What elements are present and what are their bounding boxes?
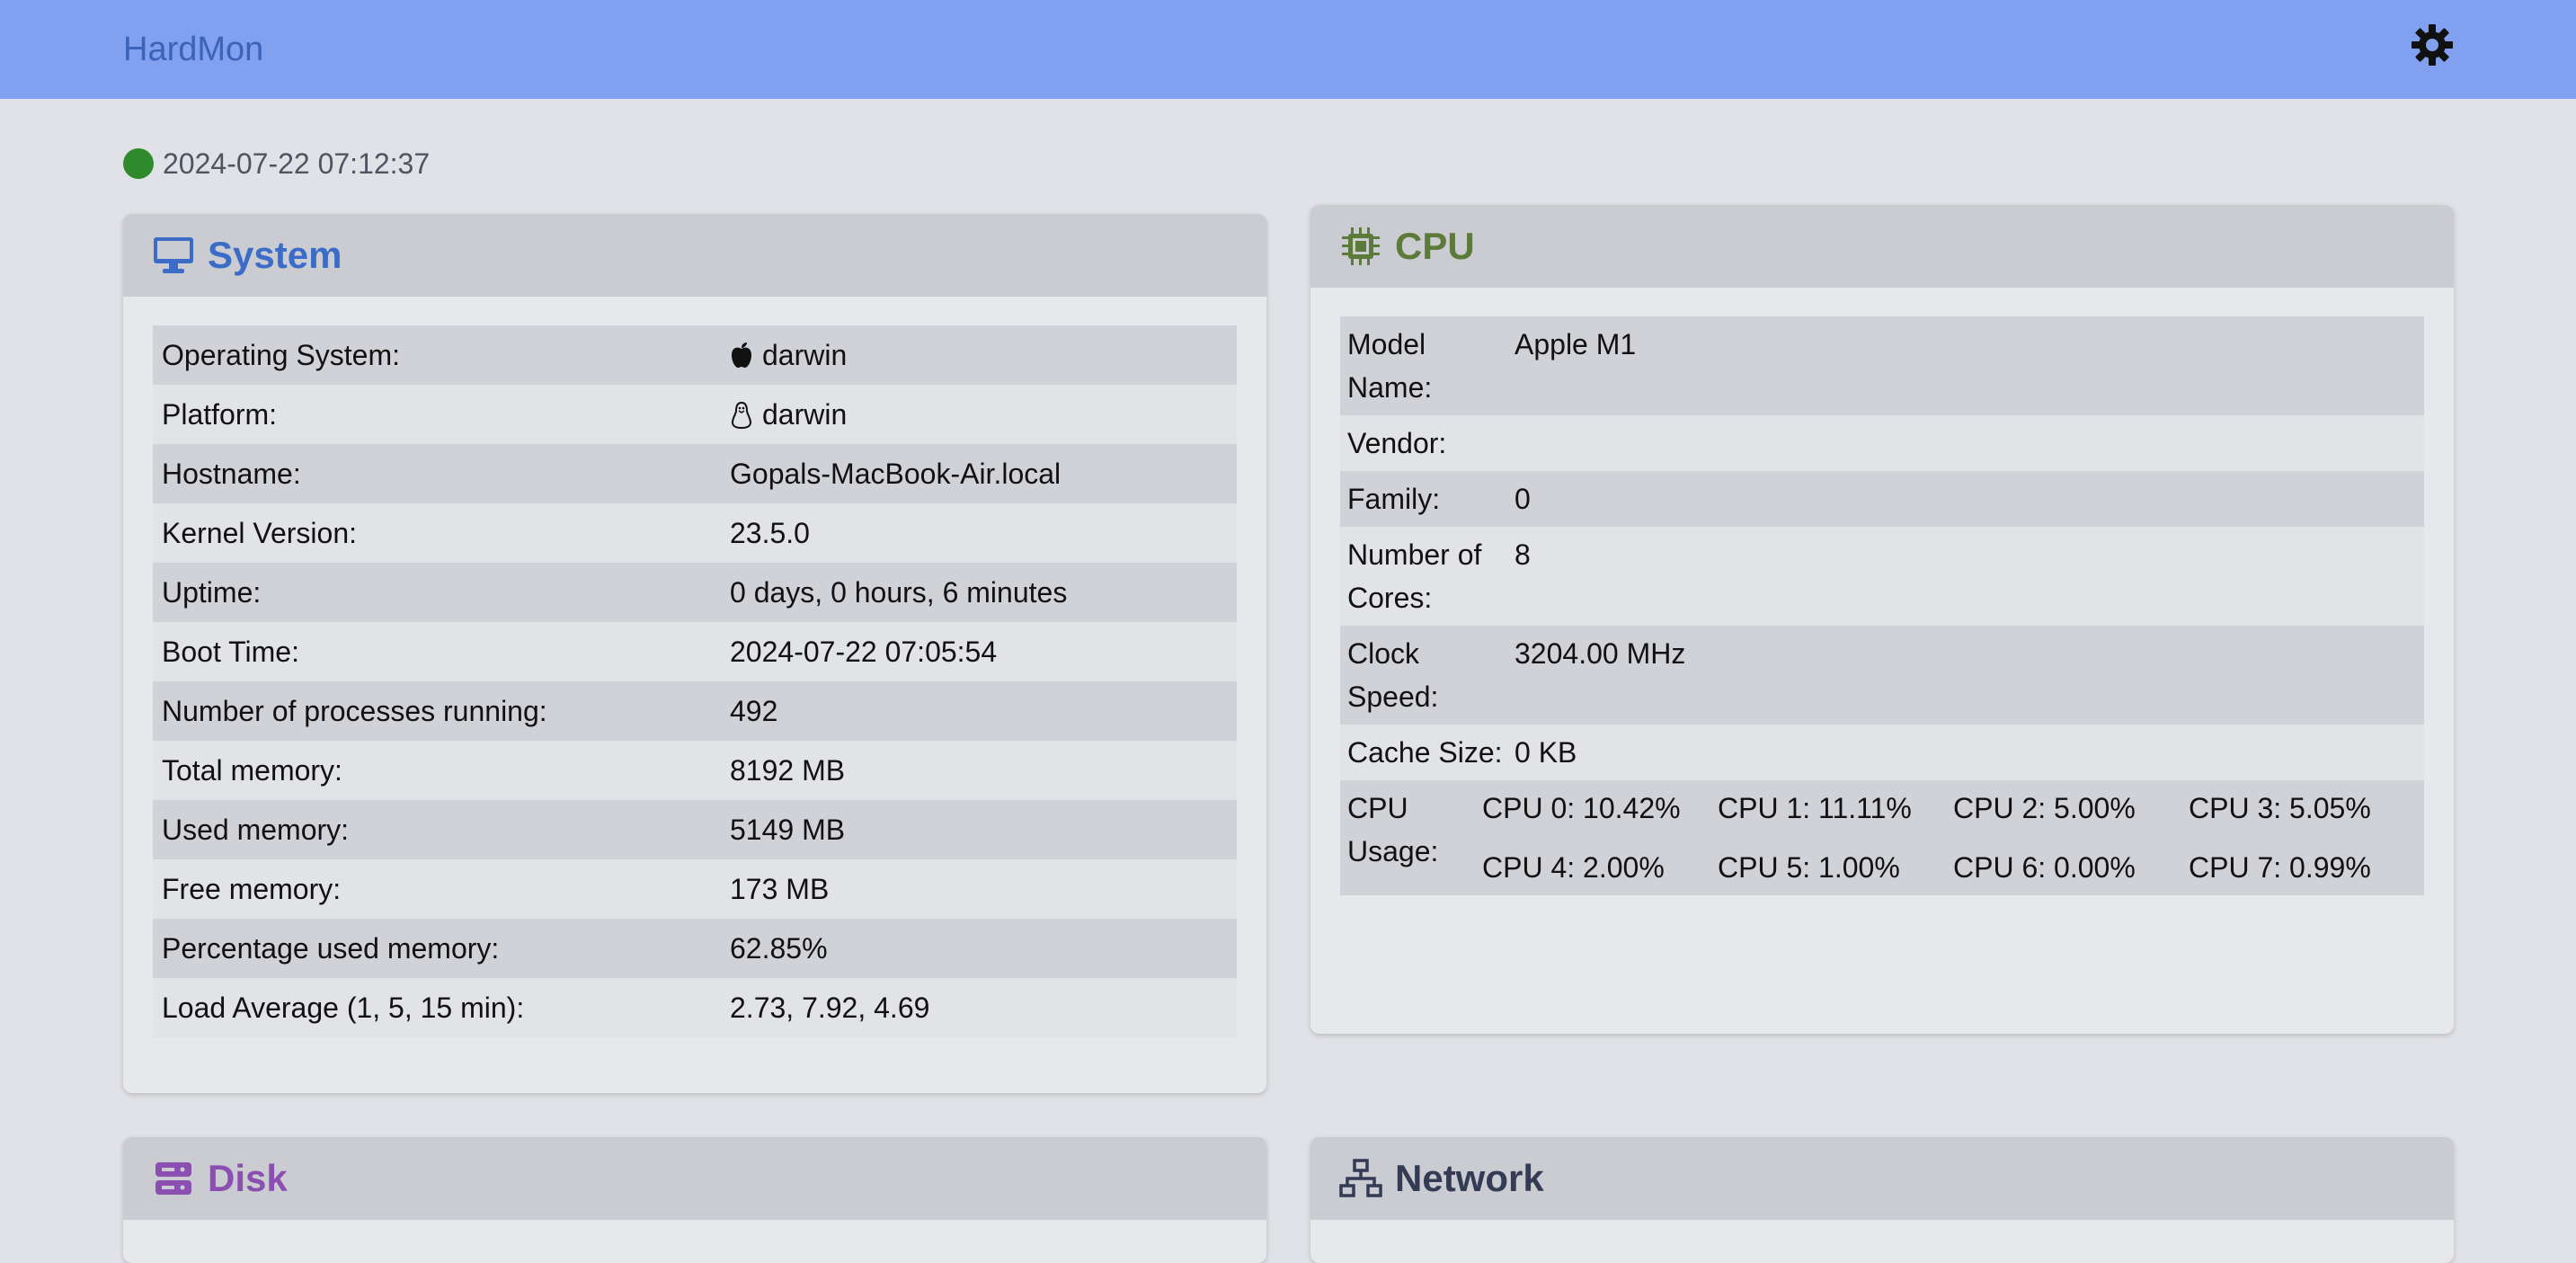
cpu-info-label: Cache Size: [1347, 736, 1503, 769]
cpu-info-table: Model Name: Apple M1 Vendor: Family: 0 Number… [1340, 316, 2424, 895]
system-info-label: Uptime: [162, 575, 262, 609]
cpu-info-row: Family: 0 [1340, 471, 2424, 527]
system-info-value: 2.73, 7.92, 4.69 [730, 991, 930, 1024]
cpu-card-title: CPU [1395, 225, 1475, 267]
cpu-core-usage: CPU 5: 1.00% [1718, 851, 1900, 884]
system-info-row: Number of processes running: 492 [153, 681, 1237, 741]
system-info-label: Used memory: [162, 813, 350, 846]
system-info-value: 8192 MB [730, 753, 846, 787]
cpu-info-row: Model Name: Apple M1 [1340, 316, 2424, 415]
cpu-info-value: 0 KB [1515, 736, 1577, 769]
cpu-card-header: CPU [1310, 205, 2454, 288]
system-info-value: 23.5.0 [730, 516, 810, 549]
system-info-label: Kernel Version: [162, 516, 358, 549]
cpu-usage-row: CPU Usage: CPU 0: 10.42% CPU 1: 11.11% CPU… [1340, 780, 2424, 895]
system-info-value: 0 days, 0 hours, 6 minutes [730, 575, 1068, 609]
system-info-label: Operating System: [162, 338, 400, 371]
disk-card-header: Disk [123, 1137, 1266, 1220]
system-info-value: 2024-07-22 07:05:54 [730, 635, 998, 668]
system-info-value: darwin [762, 338, 848, 371]
system-info-value: 5149 MB [730, 813, 846, 846]
system-info-label: Boot Time: [162, 635, 299, 668]
system-info-label: Total memory: [162, 753, 342, 787]
linux-penguin-icon [730, 401, 755, 430]
system-info-row: Total memory: 8192 MB [153, 741, 1237, 800]
brand-logo[interactable]: HardMon [123, 27, 263, 72]
gear-icon[interactable] [2410, 22, 2455, 67]
system-info-label: Percentage used memory: [162, 931, 500, 965]
system-info-row: Percentage used memory: 62.85% [153, 919, 1237, 978]
cpu-core-usage: CPU 6: 0.00% [1953, 851, 2136, 884]
cpu-core-usage-grid: CPU 0: 10.42% CPU 1: 11.11% CPU 2: 5.00% CP… [1482, 787, 2424, 889]
apple-icon [730, 342, 755, 369]
system-info-row: Load Average (1, 5, 15 min): 2.73, 7.92, … [153, 978, 1237, 1037]
cpu-info-label: Vendor: [1347, 427, 1447, 459]
cpu-core-usage: CPU 1: 11.11% [1718, 792, 1912, 824]
system-info-value: 62.85% [730, 931, 828, 965]
system-info-row: Platform: darwin [153, 385, 1237, 444]
network-card-title: Network [1395, 1157, 1544, 1199]
disk-card: Disk [123, 1137, 1266, 1263]
cpu-info-label: Model Name: [1347, 328, 1433, 404]
cpu-info-row: Vendor: [1340, 415, 2424, 471]
monitor-icon [152, 234, 195, 277]
database-icon [152, 1157, 195, 1200]
system-info-row: Boot Time: 2024-07-22 07:05:54 [153, 622, 1237, 681]
cpu-core-usage: CPU 4: 2.00% [1482, 851, 1665, 884]
cpu-core-usage: CPU 3: 5.05% [2189, 792, 2371, 824]
system-info-label: Number of processes running: [162, 694, 547, 727]
online-status-indicator [123, 148, 154, 179]
cpu-info-label: Number of Cores: [1347, 538, 1482, 614]
system-info-row: Kernel Version: 23.5.0 [153, 503, 1237, 563]
system-info-value: 173 MB [730, 872, 830, 905]
system-info-label: Hostname: [162, 457, 301, 490]
system-info-value: darwin [762, 397, 848, 431]
last-updated-status: 2024-07-22 07:12:37 [123, 144, 430, 183]
navbar: HardMon [0, 0, 2576, 99]
network-card-header: Network [1310, 1137, 2454, 1220]
system-info-row: Operating System: darwin [153, 325, 1237, 385]
chip-icon [1339, 225, 1382, 268]
system-card-title: System [208, 234, 342, 276]
system-card: System Operating System: darwin Platform: d… [123, 214, 1266, 1093]
cpu-info-label: Family: [1347, 483, 1441, 515]
cpu-info-value: 3204.00 MHz [1515, 637, 1686, 670]
system-card-header: System [123, 214, 1266, 297]
system-info-row: Free memory: 173 MB [153, 859, 1237, 919]
cpu-core-usage: CPU 2: 5.00% [1953, 792, 2136, 824]
system-info-row: Used memory: 5149 MB [153, 800, 1237, 859]
network-icon [1339, 1157, 1382, 1200]
cpu-card: CPU Model Name: Apple M1 Vendor: Family: 0 Nu… [1310, 205, 2454, 1034]
disk-card-title: Disk [208, 1157, 288, 1199]
cpu-info-value: 8 [1515, 538, 1531, 571]
cpu-core-usage: CPU 7: 0.99% [2189, 851, 2371, 884]
last-updated-timestamp: 2024-07-22 07:12:37 [163, 147, 431, 180]
cpu-info-row: Number of Cores: 8 [1340, 527, 2424, 626]
cpu-core-usage: CPU 0: 10.42% [1482, 792, 1681, 824]
network-card: Network [1310, 1137, 2454, 1263]
cpu-usage-label: CPU Usage: [1347, 792, 1439, 867]
system-info-value: 492 [730, 694, 778, 727]
cpu-info-value: Apple M1 [1515, 328, 1637, 360]
system-info-row: Uptime: 0 days, 0 hours, 6 minutes [153, 563, 1237, 622]
system-info-label: Load Average (1, 5, 15 min): [162, 991, 525, 1024]
system-info-row: Hostname: Gopals-MacBook-Air.local [153, 444, 1237, 503]
cpu-info-label: Clock Speed: [1347, 637, 1439, 713]
system-info-label: Free memory: [162, 872, 342, 905]
cpu-info-row: Cache Size: 0 KB [1340, 725, 2424, 780]
system-info-label: Platform: [162, 397, 278, 431]
system-info-value: Gopals-MacBook-Air.local [730, 457, 1061, 490]
cpu-info-row: Clock Speed: 3204.00 MHz [1340, 626, 2424, 725]
cpu-info-value: 0 [1515, 483, 1531, 515]
system-info-table: Operating System: darwin Platform: darwin Ho… [153, 325, 1237, 1037]
cpu-info-value [1515, 415, 2424, 428]
